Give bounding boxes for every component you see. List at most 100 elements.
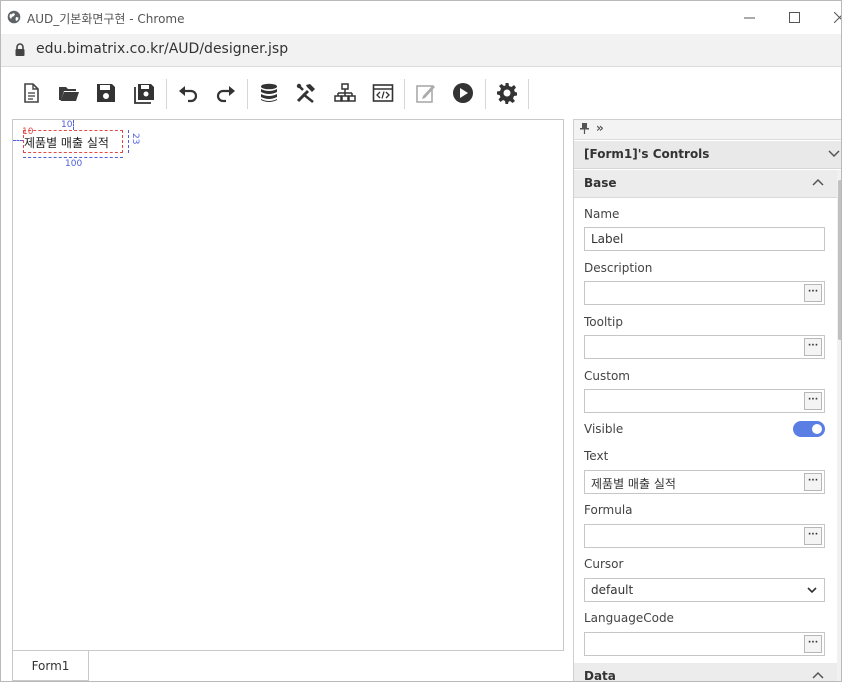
section-base-header[interactable]: Base [574, 170, 838, 198]
url-text[interactable]: edu.bimatrix.co.kr/AUD/designer.jsp [36, 41, 288, 57]
width-guide: 100 [65, 159, 83, 169]
formula-input[interactable]: ··· [584, 524, 825, 548]
expand-icon[interactable]: » [596, 121, 604, 135]
custom-input[interactable]: ··· [584, 389, 825, 413]
chevron-down-icon [807, 587, 817, 594]
controls-header[interactable]: [Form1]'s Controls [574, 141, 841, 169]
height-guide: 23 [130, 133, 140, 145]
redo-icon [216, 86, 235, 103]
formula-ellipsis-button[interactable]: ··· [804, 527, 822, 545]
save-icon [97, 84, 115, 102]
description-label: Description [584, 261, 653, 275]
maximize-icon [788, 11, 800, 23]
tab-form1[interactable]: Form1 [12, 651, 89, 681]
toolbar-separator [528, 79, 529, 109]
description-ellipsis-button[interactable]: ··· [804, 284, 822, 302]
database-icon [261, 83, 277, 102]
tools-button[interactable] [293, 80, 319, 106]
scrollbar-thumb[interactable] [838, 180, 841, 340]
code-window-icon [372, 84, 394, 102]
window-title: AUD_기본화면구현 - Chrome [27, 12, 185, 26]
title-bar: AUD_기본화면구현 - Chrome [1, 1, 841, 34]
close-icon [833, 11, 841, 23]
tooltip-label: Tooltip [584, 315, 623, 329]
toolbar-separator [404, 79, 405, 109]
edit-icon [416, 85, 435, 103]
lock-icon [15, 43, 25, 56]
designer-toolbar [1, 67, 841, 119]
left-guide-line [13, 140, 23, 141]
tab-form1-label: Form1 [31, 658, 70, 673]
tools-icon [296, 83, 315, 103]
custom-label: Custom [584, 369, 630, 383]
chevron-down-icon [828, 150, 840, 158]
data-source-button[interactable] [256, 80, 282, 106]
undo-icon [179, 86, 198, 103]
label-control-text: 제품별 매출 실적 [24, 136, 109, 150]
new-document-icon [24, 83, 39, 103]
height-guide-line [128, 130, 129, 153]
settings-button[interactable] [494, 80, 520, 106]
open-button[interactable] [56, 80, 82, 106]
minimize-button[interactable] [737, 5, 761, 29]
play-icon [453, 83, 473, 103]
name-input[interactable]: Label [584, 227, 825, 251]
description-input[interactable]: ··· [584, 281, 825, 305]
formula-label: Formula [584, 503, 633, 517]
save-all-button[interactable] [131, 80, 157, 106]
script-button[interactable] [370, 80, 396, 106]
text-ellipsis-button[interactable]: ··· [804, 473, 822, 491]
visible-toggle[interactable] [793, 421, 825, 437]
width-guide-line [23, 157, 123, 158]
save-all-icon [134, 84, 154, 104]
new-button[interactable] [18, 80, 44, 106]
custom-ellipsis-button[interactable]: ··· [804, 392, 822, 410]
edit-button[interactable] [413, 80, 439, 106]
languagecode-ellipsis-button[interactable]: ··· [804, 635, 822, 653]
close-button[interactable] [827, 5, 841, 29]
name-label: Name [584, 207, 620, 221]
chevron-up-icon [812, 178, 824, 186]
form-tab-bar: Form1 [12, 651, 564, 681]
gear-icon [497, 83, 517, 104]
toggle-knob [812, 424, 822, 434]
section-data-header[interactable]: Data [574, 663, 838, 682]
text-label: Text [584, 449, 609, 463]
property-panel: » [Form1]'s Controls Base Name Label Des… [573, 119, 841, 682]
section-data-title: Data [584, 669, 616, 682]
controls-title: [Form1]'s Controls [584, 147, 710, 161]
sitemap-icon [334, 83, 356, 102]
panel-scrollbar[interactable] [837, 170, 841, 681]
toolbar-separator [166, 79, 167, 109]
minimize-icon [743, 17, 755, 18]
languagecode-input[interactable]: ··· [584, 632, 825, 656]
visible-label: Visible [584, 422, 624, 436]
run-button[interactable] [450, 80, 476, 106]
panel-pin-bar: » [574, 120, 841, 140]
undo-button[interactable] [175, 80, 201, 106]
selected-label-control[interactable]: 제품별 매출 실적 [23, 130, 123, 153]
browser-window: AUD_기본화면구현 - Chrome edu.bimatrix.co.kr/A… [0, 0, 842, 682]
section-base-title: Base [584, 176, 617, 190]
tooltip-ellipsis-button[interactable]: ··· [804, 338, 822, 356]
pin-icon[interactable] [580, 123, 589, 135]
toolbar-separator [485, 79, 486, 109]
address-bar[interactable]: edu.bimatrix.co.kr/AUD/designer.jsp [1, 34, 841, 67]
redo-button[interactable] [213, 80, 239, 106]
top-offset-guide: 10 [61, 120, 73, 130]
save-button[interactable] [93, 80, 119, 106]
languagecode-label: LanguageCode [584, 611, 674, 625]
maximize-button[interactable] [782, 5, 806, 29]
toolbar-separator [247, 79, 248, 109]
chevron-up-icon [812, 671, 824, 679]
tooltip-input[interactable]: ··· [584, 335, 825, 359]
top-guide-line [73, 120, 74, 130]
folder-open-icon [59, 87, 79, 101]
text-input[interactable]: 제품별 매출 실적 ··· [584, 470, 825, 494]
cursor-select[interactable]: default [584, 578, 825, 602]
design-canvas[interactable]: 10 10 제품별 매출 실적 23 100 [12, 119, 564, 651]
hierarchy-button[interactable] [332, 80, 358, 106]
globe-icon [7, 10, 21, 24]
cursor-select-value: default [591, 583, 634, 597]
name-input-value: Label [591, 232, 624, 246]
